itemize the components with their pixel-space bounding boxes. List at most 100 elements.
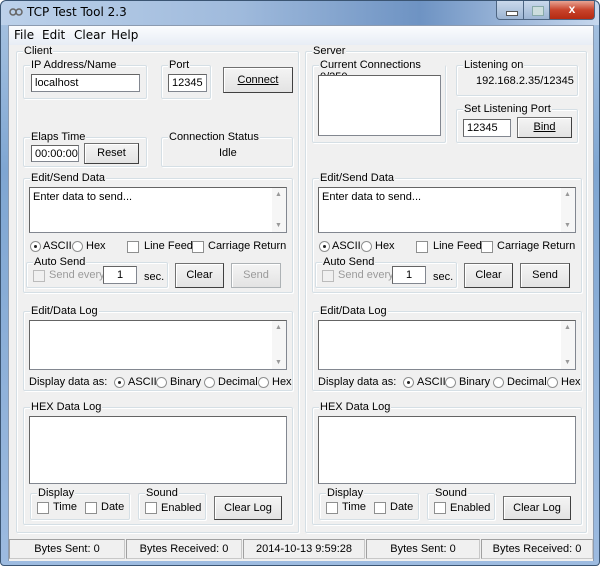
server-line-feed-label: Line Feed: [433, 240, 482, 252]
client-date-checkbox[interactable]: [85, 502, 97, 514]
minimize-button[interactable]: [496, 1, 524, 20]
connections-list[interactable]: [318, 75, 441, 136]
maximize-button[interactable]: [523, 1, 550, 20]
server-clear-log-button[interactable]: Clear Log: [503, 496, 571, 520]
client-sound-group: Sound Enabled: [138, 487, 206, 520]
server-time-checkbox[interactable]: [326, 502, 338, 514]
port-label: Port: [168, 59, 191, 71]
menu-clear[interactable]: Clear: [74, 28, 105, 42]
server-carriage-return-checkbox[interactable]: [481, 241, 493, 253]
reset-button[interactable]: Reset: [84, 143, 139, 164]
server-sound-checkbox[interactable]: [434, 502, 446, 514]
server-send-scrollbar[interactable]: ▲ ▼: [561, 188, 575, 232]
client-ascii-radio[interactable]: [30, 241, 41, 252]
scroll-up-icon[interactable]: ▲: [564, 324, 571, 331]
client-log-textarea[interactable]: ▲ ▼: [29, 320, 287, 370]
server-send-group: Edit/Send Data Enter data to send... ▲ ▼ …: [312, 172, 582, 293]
client-carriage-return-label: Carriage Return: [208, 240, 287, 252]
client-send-button[interactable]: Send: [231, 263, 281, 288]
server-log-binary-radio[interactable]: [445, 377, 456, 388]
client-area: File Edit Clear Help Client IP Address/N…: [8, 25, 594, 561]
server-hex-radio[interactable]: [361, 241, 372, 252]
app-window: TCP Test Tool 2.3 x File Edit Clear Help…: [0, 0, 600, 566]
bind-button[interactable]: Bind: [517, 117, 572, 138]
client-log-hex-radio[interactable]: [258, 377, 269, 388]
scroll-up-icon[interactable]: ▲: [275, 324, 282, 331]
client-hex-log[interactable]: [29, 416, 287, 484]
client-send-scrollbar[interactable]: ▲ ▼: [272, 188, 286, 232]
client-log-decimal-radio[interactable]: [204, 377, 215, 388]
client-line-feed-checkbox[interactable]: [127, 241, 139, 253]
ip-address-group: IP Address/Name localhost: [23, 59, 147, 99]
scroll-down-icon[interactable]: ▼: [275, 359, 282, 366]
client-log-ascii-radio[interactable]: [114, 377, 125, 388]
client-send-text: Enter data to send...: [33, 191, 133, 203]
client-log-scrollbar[interactable]: ▲ ▼: [272, 321, 286, 369]
client-log-decimal-label: Decimal: [218, 376, 258, 388]
close-button[interactable]: x: [549, 1, 595, 20]
ip-address-input[interactable]: localhost: [31, 74, 140, 92]
scroll-up-icon[interactable]: ▲: [564, 191, 571, 198]
server-hex-group: HEX Data Log Display Time Date Sound Ena…: [312, 401, 582, 525]
server-send-text: Enter data to send...: [322, 191, 422, 203]
client-clear-log-button[interactable]: Clear Log: [214, 496, 282, 520]
port-input[interactable]: 12345: [168, 74, 207, 92]
client-time-checkbox[interactable]: [37, 502, 49, 514]
server-display-label: Display: [326, 487, 365, 499]
server-sound-label: Sound: [434, 487, 468, 499]
menu-file[interactable]: File: [14, 28, 34, 42]
client-clear-button[interactable]: Clear: [175, 263, 224, 288]
scroll-down-icon[interactable]: ▼: [564, 359, 571, 366]
server-ascii-radio[interactable]: [319, 241, 330, 252]
client-ascii-label: ASCII: [43, 240, 72, 252]
menu-help[interactable]: Help: [111, 28, 138, 42]
client-hex-radio[interactable]: [72, 241, 83, 252]
server-send-every-label: Send every: [338, 269, 394, 281]
server-interval-input[interactable]: 1: [392, 266, 426, 284]
client-interval-input[interactable]: 1: [103, 266, 137, 284]
client-carriage-return-checkbox[interactable]: [192, 241, 204, 253]
client-sound-checkbox[interactable]: [145, 502, 157, 514]
scroll-down-icon[interactable]: ▼: [564, 222, 571, 229]
window-title: TCP Test Tool 2.3: [27, 5, 127, 19]
server-sound-enabled-label: Enabled: [450, 502, 491, 514]
server-send-every-checkbox[interactable]: [322, 270, 334, 282]
server-display-as-label: Display data as:: [318, 376, 397, 388]
elaps-time-group: Elaps Time 00:00:00 Reset: [23, 131, 147, 167]
client-log-binary-radio[interactable]: [156, 377, 167, 388]
server-log-hex-radio[interactable]: [547, 377, 558, 388]
server-line-feed-checkbox[interactable]: [416, 241, 428, 253]
server-log-textarea[interactable]: ▲ ▼: [318, 320, 576, 370]
server-date-checkbox[interactable]: [374, 502, 386, 514]
connection-status-label: Connection Status: [168, 131, 260, 143]
client-send-textarea[interactable]: Enter data to send... ▲ ▼: [29, 187, 287, 233]
client-log-label: Edit/Data Log: [30, 305, 99, 317]
server-bytes-received: Bytes Received: 0: [481, 539, 593, 559]
client-time-label: Time: [53, 501, 78, 513]
server-carriage-return-label: Carriage Return: [497, 240, 576, 252]
title-bar[interactable]: TCP Test Tool 2.3 x: [1, 1, 599, 25]
server-hex-label: HEX Data Log: [319, 401, 392, 413]
client-sound-label: Sound: [145, 487, 179, 499]
connect-button[interactable]: Connect: [223, 67, 293, 93]
scroll-down-icon[interactable]: ▼: [275, 222, 282, 229]
listening-on-group: Listening on 192.168.2.35/12345: [456, 59, 578, 96]
server-log-hex-label: Hex: [561, 376, 581, 388]
scroll-up-icon[interactable]: ▲: [275, 191, 282, 198]
server-port-input[interactable]: 12345: [463, 119, 511, 137]
server-group-label: Server: [312, 45, 347, 57]
server-log-scrollbar[interactable]: ▲ ▼: [561, 321, 575, 369]
client-log-binary-label: Binary: [170, 376, 202, 388]
menu-edit[interactable]: Edit: [42, 28, 65, 42]
server-log-ascii-radio[interactable]: [403, 377, 414, 388]
server-date-label: Date: [390, 501, 414, 513]
ip-address-label: IP Address/Name: [30, 59, 118, 71]
server-log-decimal-radio[interactable]: [493, 377, 504, 388]
server-send-button[interactable]: Send: [520, 263, 570, 288]
server-clear-button[interactable]: Clear: [464, 263, 513, 288]
server-hex-log[interactable]: [318, 416, 576, 484]
server-log-binary-label: Binary: [459, 376, 491, 388]
port-group: Port 12345: [161, 59, 211, 99]
server-send-textarea[interactable]: Enter data to send... ▲ ▼: [318, 187, 576, 233]
client-send-every-checkbox[interactable]: [33, 270, 45, 282]
